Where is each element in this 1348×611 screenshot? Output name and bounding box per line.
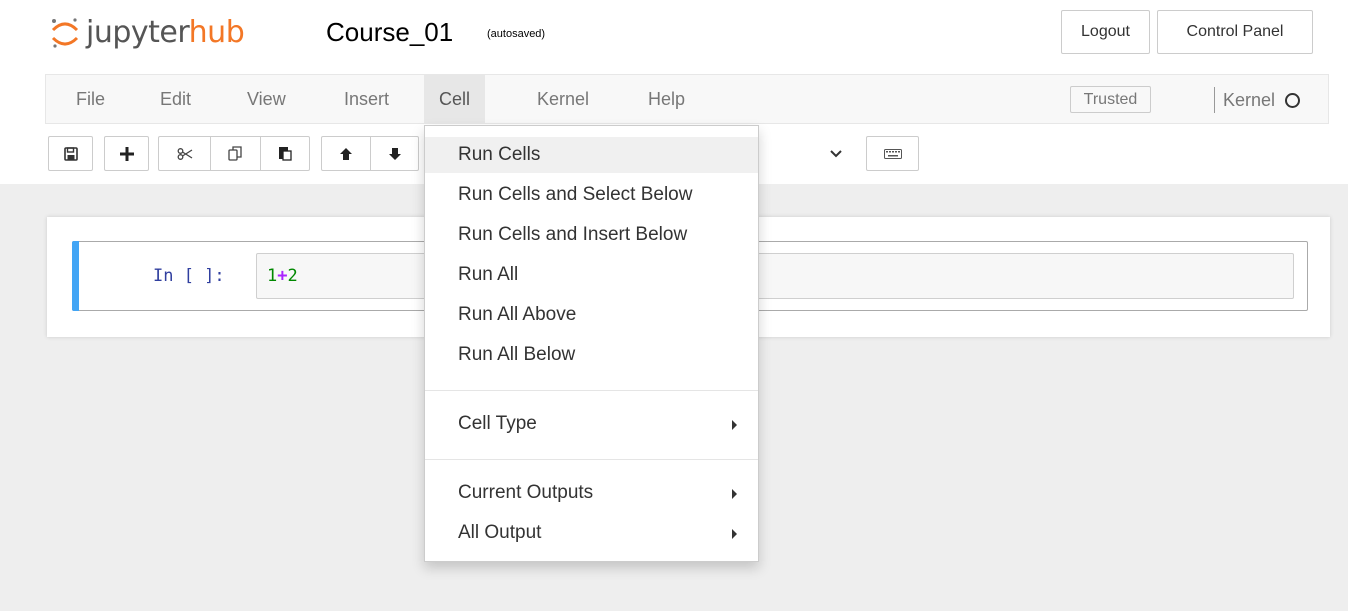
chevron-down-icon xyxy=(830,149,842,157)
trusted-badge[interactable]: Trusted xyxy=(1070,86,1151,113)
toolbar-save-group xyxy=(48,136,93,171)
input-prompt: In [ ]: xyxy=(153,266,225,286)
toolbar-move-group xyxy=(321,136,419,171)
submenu-caret-icon xyxy=(732,489,737,499)
logo-text-hub: hub xyxy=(188,15,245,50)
menubar: File Edit View Insert Cell Kernel Help T… xyxy=(45,74,1329,124)
kernel-indicator: Kernel xyxy=(1214,87,1304,113)
menu-run-all-below[interactable]: Run All Below xyxy=(425,337,758,373)
keyboard-icon xyxy=(883,148,902,159)
scissors-icon xyxy=(177,147,192,160)
copy-icon xyxy=(228,146,242,161)
menu-item-label: Run All xyxy=(458,264,519,285)
cell-selected-indicator xyxy=(72,241,79,311)
menu-run-cells-insert-below[interactable]: Run Cells and Insert Below xyxy=(425,217,758,253)
menu-item-label: Run All Below xyxy=(458,344,576,365)
logout-button[interactable]: Logout xyxy=(1061,10,1150,54)
menu-item-label: Run Cells and Insert Below xyxy=(458,224,688,245)
kernel-name: Kernel xyxy=(1223,89,1276,110)
menu-divider xyxy=(425,459,758,460)
menu-item-label: Cell Type xyxy=(458,413,537,434)
move-down-button[interactable] xyxy=(370,137,418,170)
control-panel-button[interactable]: Control Panel xyxy=(1157,10,1313,54)
menu-help[interactable]: Help xyxy=(633,75,700,123)
notebook-name[interactable]: Course_01 xyxy=(326,16,453,48)
menu-item-label: Current Outputs xyxy=(458,482,594,503)
jupyterhub-logo[interactable]: jupyterhub xyxy=(50,13,245,53)
cell-dropdown-menu: Run Cells Run Cells and Select Below Run… xyxy=(424,125,759,562)
menu-all-output[interactable]: All Output xyxy=(425,515,758,551)
menu-current-outputs[interactable]: Current Outputs xyxy=(425,475,758,511)
menu-file[interactable]: File xyxy=(61,75,120,123)
cut-button[interactable] xyxy=(159,137,210,170)
code-token-operator: + xyxy=(277,266,288,286)
logo-text: jupyterhub xyxy=(86,13,245,53)
menu-edit[interactable]: Edit xyxy=(145,75,206,123)
paste-button[interactable] xyxy=(260,137,309,170)
menu-item-label: Run All Above xyxy=(458,304,577,325)
insert-cell-button[interactable] xyxy=(105,137,148,170)
menu-item-label: Run Cells xyxy=(458,144,541,165)
code-token-number: 2 xyxy=(287,266,298,286)
menu-kernel[interactable]: Kernel xyxy=(522,75,604,123)
toolbar-insert-group xyxy=(104,136,149,171)
move-up-button[interactable] xyxy=(322,137,370,170)
save-icon xyxy=(63,146,78,161)
menu-run-cells[interactable]: Run Cells xyxy=(425,137,758,173)
code-token-number: 1 xyxy=(267,266,278,286)
arrow-down-icon xyxy=(388,147,401,160)
toolbar-edit-group xyxy=(158,136,310,171)
jupyter-logo-icon xyxy=(51,18,79,48)
copy-button[interactable] xyxy=(210,137,260,170)
submenu-caret-icon xyxy=(732,529,737,539)
menu-run-cells-select-below[interactable]: Run Cells and Select Below xyxy=(425,177,758,213)
menu-item-label: Run Cells and Select Below xyxy=(458,184,693,205)
menu-item-label: All Output xyxy=(458,522,542,543)
menu-divider xyxy=(425,390,758,391)
menu-cell[interactable]: Cell xyxy=(424,75,486,123)
autosave-status: (autosaved) xyxy=(487,28,546,40)
command-palette-button[interactable] xyxy=(866,136,919,171)
code-input[interactable]: 1+2 xyxy=(256,253,1294,299)
menu-insert[interactable]: Insert xyxy=(329,75,404,123)
menu-run-all[interactable]: Run All xyxy=(425,257,758,293)
logo-text-jupyter: jupyter xyxy=(86,15,189,50)
arrow-up-icon xyxy=(340,147,353,160)
save-button[interactable] xyxy=(49,137,92,170)
plus-icon xyxy=(119,146,134,161)
menu-run-all-above[interactable]: Run All Above xyxy=(425,297,758,333)
paste-icon xyxy=(279,147,292,161)
submenu-caret-icon xyxy=(732,420,737,430)
menu-view[interactable]: View xyxy=(232,75,301,123)
kernel-idle-icon xyxy=(1285,92,1301,108)
menu-cell-type[interactable]: Cell Type xyxy=(425,406,758,442)
